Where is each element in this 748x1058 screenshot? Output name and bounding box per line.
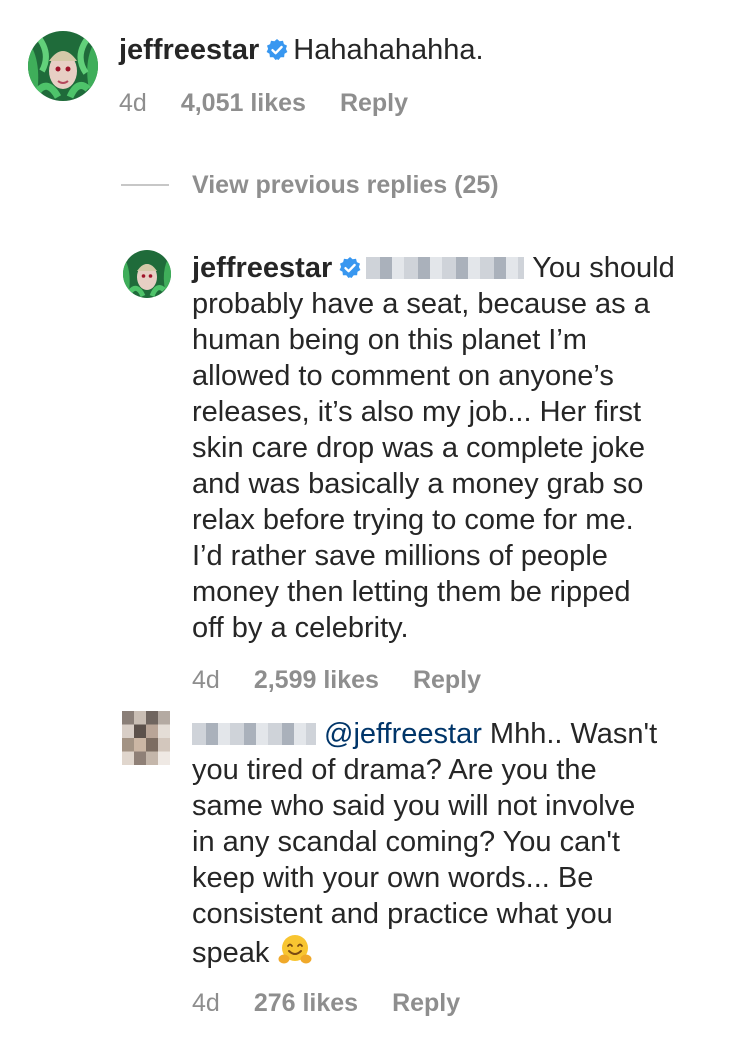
comment-reply-button[interactable]: Reply [340,89,408,117]
redacted-username [366,257,525,279]
reply2-text: in any scandal coming? You can't [192,826,620,858]
reply1-reply-button[interactable]: Reply [413,666,481,694]
reply2-last-line: speak [192,932,313,971]
comment-text: Hahahahahha. [293,34,484,66]
reply1-text: skin care drop was a complete joke [192,432,645,464]
hugging-face-emoji-icon [277,932,313,968]
reply1-text: money then letting them be ripped [192,576,631,608]
reply1-text: off by a celebrity. [192,612,409,644]
verified-badge-icon [338,256,362,280]
reply1-text: and was basically a money grab so [192,468,644,500]
reply2-text: speak [192,937,270,969]
reply1-meta: 4d 2,599 likes Reply [192,665,515,695]
reply2-text: Mhh.. Wasn't [489,718,658,750]
reply2-line-0: @jeffreestar Mhh.. Wasn't [192,716,657,752]
avatar-redacted[interactable] [122,711,170,765]
avatar-jeffreestar-reply[interactable] [123,250,171,298]
reply1-text: I’d rather save millions of people [192,540,608,572]
reply1-text: allowed to comment on anyone’s [192,360,614,392]
reply2-text: keep with your own words... Be [192,862,594,894]
view-previous-replies-button[interactable]: View previous replies (25) [192,170,499,200]
comment-likes[interactable]: 4,051 likes [181,89,306,117]
reply1-line-0: jeffreestar You should [192,250,675,286]
reply2-text: consistent and practice what you [192,898,613,930]
avatar-jeffreestar[interactable] [28,31,98,101]
comment-age: 4d [119,89,147,117]
reply2-reply-button[interactable]: Reply [392,989,460,1017]
reply2-text: you tired of drama? Are you the [192,754,597,786]
reply2-age: 4d [192,989,220,1017]
reply1-likes[interactable]: 2,599 likes [254,666,379,694]
reply2-meta: 4d 276 likes Reply [192,988,494,1018]
username[interactable]: jeffreestar [119,34,259,66]
comment-meta: 4d 4,051 likes Reply [119,88,442,118]
redacted-username[interactable] [192,723,316,745]
reply1-text: relax before trying to come for me. [192,504,634,536]
reply1-username[interactable]: jeffreestar [192,252,332,284]
reply1-text: human being on this planet I’m [192,324,587,356]
mention-link[interactable]: @jeffreestar [324,718,482,750]
reply1-text: releases, it’s also my job... Her first [192,396,642,428]
comment-header: jeffreestar Hahahahahha. [119,32,484,68]
reply1-text: You should [532,252,675,284]
reply1-age: 4d [192,666,220,694]
reply2-text: same who said you will not involve [192,790,636,822]
reply2-likes[interactable]: 276 likes [254,989,358,1017]
replies-divider [121,184,169,186]
verified-badge-icon [265,38,289,62]
reply1-text: probably have a seat, because as a [192,288,650,320]
